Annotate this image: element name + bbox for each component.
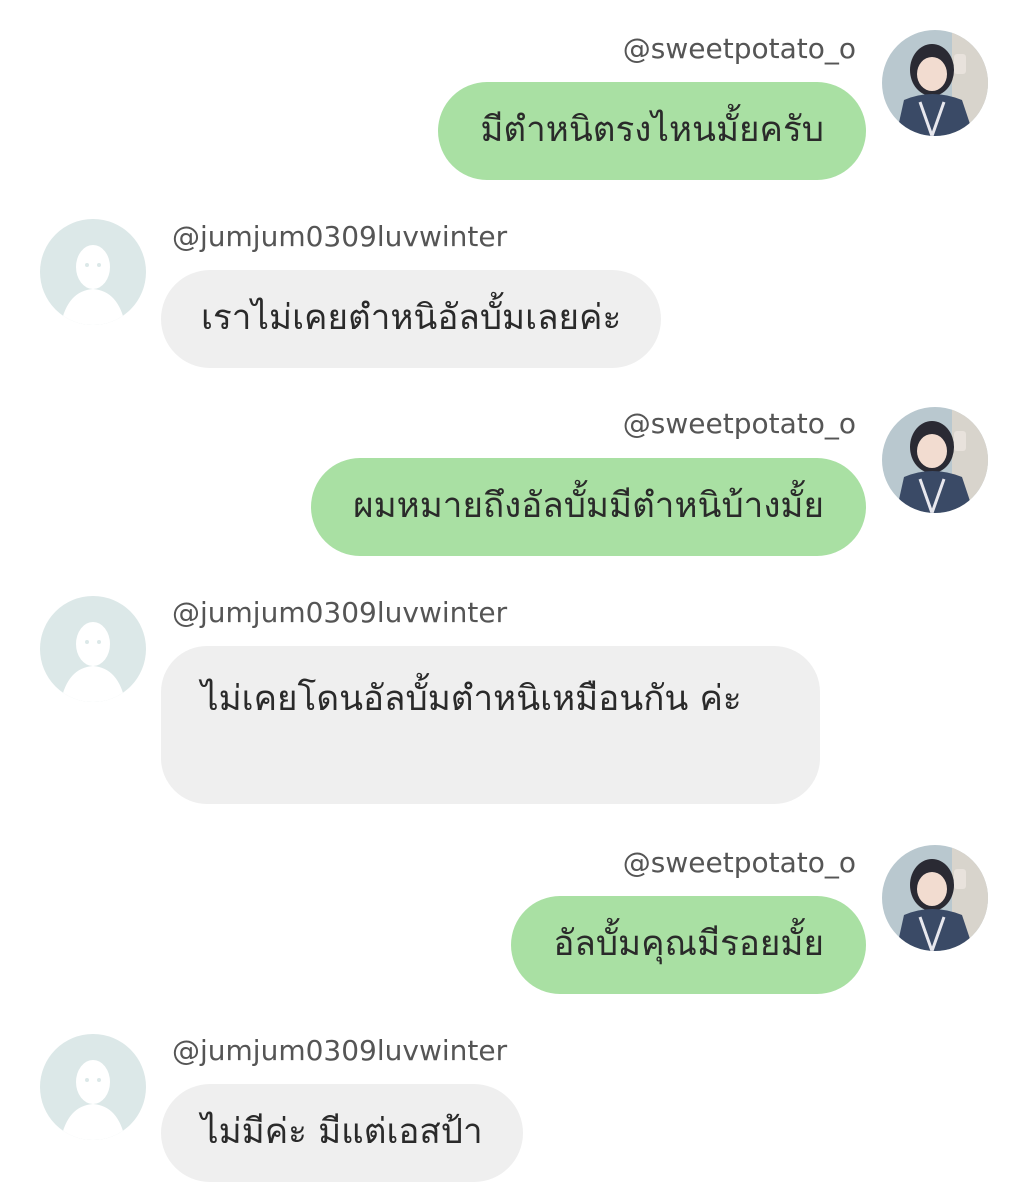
default-silhouette-avatar[interactable] [40, 1034, 146, 1140]
sender-username[interactable]: @sweetpotato_o [623, 846, 856, 880]
sender-username[interactable]: @jumjum0309luvwinter [172, 596, 507, 630]
sender-username[interactable]: @sweetpotato_o [623, 407, 856, 441]
person-silhouette-icon [40, 1034, 146, 1140]
message-bubble[interactable]: เราไม่เคยตำหนิอัลบั้มเลยค่ะ [161, 270, 662, 368]
default-silhouette-avatar[interactable] [40, 596, 146, 702]
chat-thread: @sweetpotato_o มีตำหนิตรงไหนมั้ยครับ @ju… [0, 0, 1028, 1200]
profile-photo-icon [882, 407, 988, 513]
message-bubble[interactable]: มีตำหนิตรงไหนมั้ยครับ [438, 82, 866, 180]
user-photo-avatar[interactable] [882, 30, 988, 136]
message-bubble[interactable]: ไม่เคยโดนอัลบั้มตำหนิเหมือนกัน ค่ะ [161, 646, 820, 804]
message-bubble[interactable]: ผมหมายถึงอัลบั้มมีตำหนิบ้างมั้ย [311, 458, 866, 556]
profile-photo-icon [882, 845, 988, 951]
user-photo-avatar[interactable] [882, 845, 988, 951]
message-bubble[interactable]: อัลบั้มคุณมีรอยมั้ย [511, 896, 866, 994]
sender-username[interactable]: @jumjum0309luvwinter [172, 1034, 507, 1068]
user-photo-avatar[interactable] [882, 407, 988, 513]
sender-username[interactable]: @sweetpotato_o [623, 32, 856, 66]
person-silhouette-icon [40, 219, 146, 325]
default-silhouette-avatar[interactable] [40, 219, 146, 325]
person-silhouette-icon [40, 596, 146, 702]
message-bubble[interactable]: ไม่มีค่ะ มีแต่เอสป้า [161, 1084, 523, 1182]
profile-photo-icon [882, 30, 988, 136]
sender-username[interactable]: @jumjum0309luvwinter [172, 220, 507, 254]
